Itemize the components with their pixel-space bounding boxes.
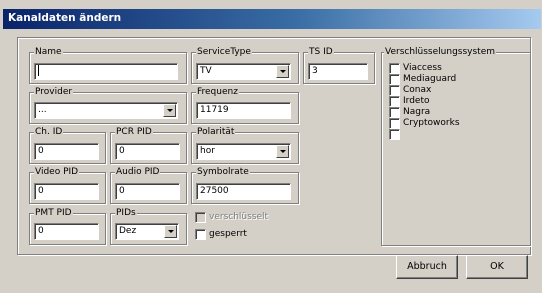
ts-id-label: TS ID [308,47,334,57]
encryption-checkbox[interactable] [389,96,400,107]
name-label: Name [34,47,63,57]
pcr-pid-field[interactable]: 0 [115,143,180,160]
verschluesselt-checkbox [195,212,206,223]
pmt-pid-label: PMT PID [34,208,73,218]
symbolrate-label: Symbolrate [196,167,250,177]
encryption-checkbox[interactable] [389,74,400,85]
polaritaet-select[interactable]: hor [196,143,291,160]
chevron-down-icon[interactable] [276,65,289,78]
ok-button[interactable]: OK [466,255,528,279]
audio-pid-field[interactable]: 0 [115,183,180,200]
encryption-label: Verschlüsselungssystem [384,47,497,57]
chevron-down-icon[interactable] [163,104,176,117]
text-cursor [38,65,39,76]
encryption-checkbox[interactable] [389,107,400,118]
encryption-checkbox[interactable] [389,63,400,74]
ts-id-field[interactable]: 3 [308,63,368,80]
frequenz-field[interactable]: 11719 [196,102,291,119]
frequenz-label: Frequenz [196,87,239,97]
audio-pid-label: Audio PID [115,167,161,177]
provider-select[interactable]: ... [34,102,178,119]
ch-id-field[interactable]: 0 [34,143,99,160]
encryption-option-label[interactable]: Viaccess [403,63,442,74]
service-type-label: ServiceType [196,47,252,57]
encryption-option-label[interactable]: Nagra [403,107,430,118]
encryption-option-label[interactable]: Irdeto [403,96,429,107]
verschluesselt-label: verschlüsselt [209,212,269,222]
encryption-checkbox[interactable] [389,129,400,140]
video-pid-label: Video PID [34,167,80,177]
video-pid-field[interactable]: 0 [34,183,99,200]
polaritaet-label: Polarität [196,127,236,137]
encryption-option-label[interactable]: Mediaguard [403,74,456,85]
chevron-down-icon[interactable] [164,225,177,238]
chevron-down-icon[interactable] [276,145,289,158]
pcr-pid-label: PCR PID [115,127,153,137]
gesperrt-checkbox[interactable] [195,229,206,240]
name-field[interactable] [34,63,178,80]
dialog-window: Kanaldaten ändern Name ServiceType TV TS… [0,0,542,293]
provider-label: Provider [34,87,74,97]
encryption-option-label[interactable]: Cryptoworks [403,118,460,129]
gesperrt-label[interactable]: gesperrt [209,229,247,240]
service-type-select[interactable]: TV [196,63,291,80]
encryption-checkbox[interactable] [389,85,400,96]
symbolrate-field[interactable]: 27500 [196,183,291,200]
window-title: Kanaldaten ändern [8,12,122,24]
cancel-button[interactable]: Abbruch [396,255,458,279]
encryption-option-label[interactable]: Conax [403,85,431,96]
encryption-checkbox[interactable] [389,118,400,129]
pids-label: PIDs [115,208,137,218]
ch-id-label: Ch. ID [34,127,64,137]
title-bar[interactable]: Kanaldaten ändern [3,9,541,29]
pmt-pid-field[interactable]: 0 [34,223,99,240]
pids-select[interactable]: Dez [115,223,179,240]
